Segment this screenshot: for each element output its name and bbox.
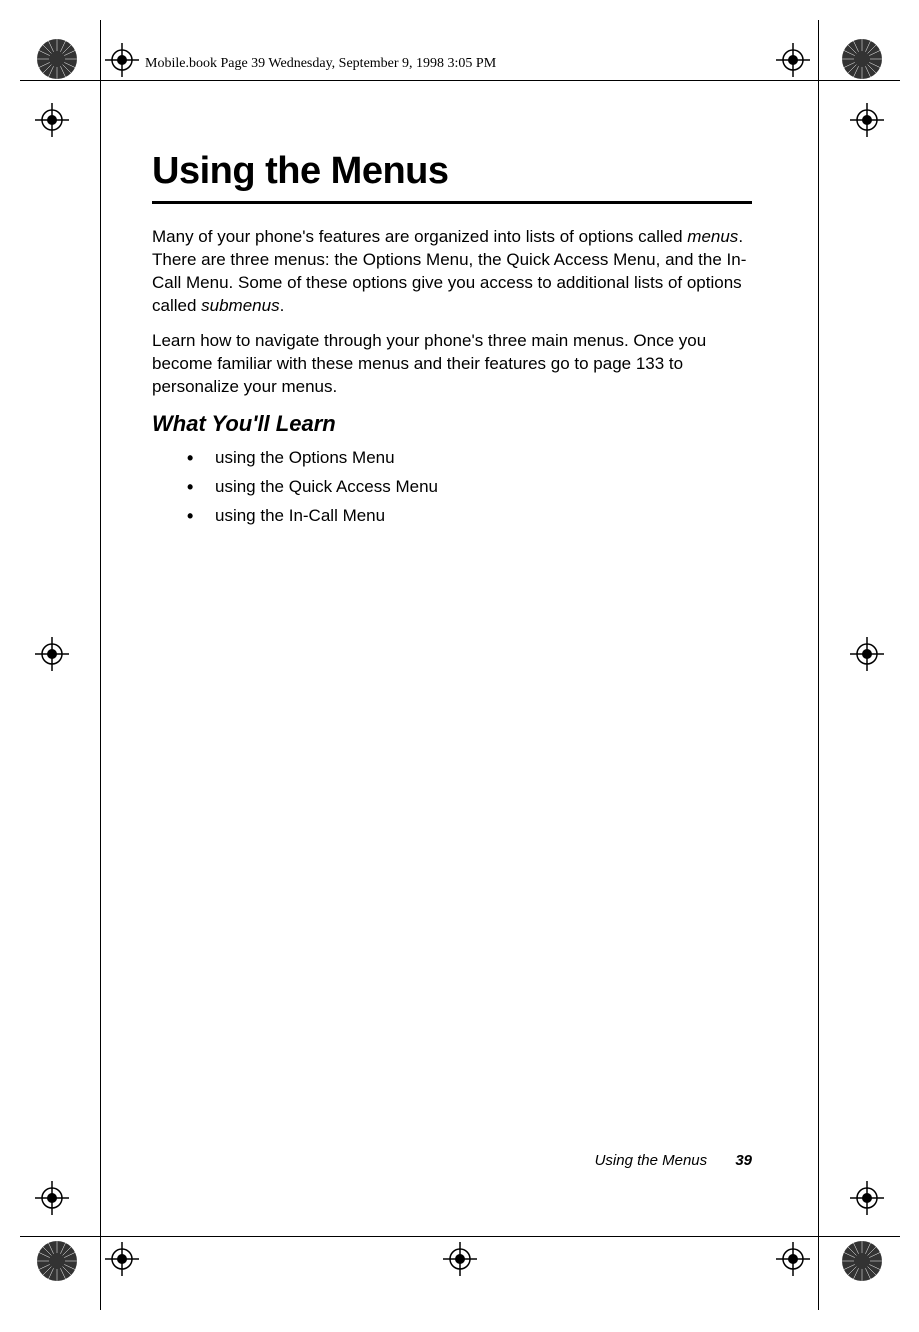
footer-section-name: Using the Menus (595, 1152, 708, 1169)
regmark-right-mid-icon (850, 637, 884, 671)
list-item: using the In-Call Menu (187, 505, 752, 527)
regmark-right-upper-icon (850, 103, 884, 137)
section-heading: What You'll Learn (152, 411, 752, 437)
regmark-left-lower-icon (35, 1181, 69, 1215)
intro-paragraph-1: Many of your phone's features are organi… (152, 226, 752, 318)
regmark-bottom-right-icon (776, 1242, 810, 1276)
para1-text-1: Many of your phone's features are organi… (152, 227, 687, 246)
ornament-top-left-icon (36, 38, 78, 80)
regmark-bottom-left-icon (105, 1242, 139, 1276)
chapter-title: Using the Menus (152, 150, 752, 193)
para1-italic-submenus: submenus (201, 296, 279, 315)
title-rule (152, 201, 752, 204)
footer-page-number: 39 (735, 1152, 752, 1169)
regmark-bottom-center-icon (443, 1242, 477, 1276)
page-footer: Using the Menus 39 (595, 1152, 752, 1169)
intro-paragraph-2: Learn how to navigate through your phone… (152, 330, 752, 399)
frame-right-line (818, 20, 819, 1310)
regmark-top-left-icon (105, 43, 139, 77)
frame-bottom-line (20, 1236, 900, 1237)
regmark-right-lower-icon (850, 1181, 884, 1215)
list-item: using the Quick Access Menu (187, 476, 752, 498)
regmark-top-right-icon (776, 43, 810, 77)
ornament-bottom-right-icon (841, 1240, 883, 1282)
regmark-left-upper-icon (35, 103, 69, 137)
ornament-top-right-icon (841, 38, 883, 80)
bullet-list: using the Options Menu using the Quick A… (152, 447, 752, 527)
ornament-bottom-left-icon (36, 1240, 78, 1282)
running-head: Mobile.book Page 39 Wednesday, September… (145, 56, 496, 72)
regmark-left-mid-icon (35, 637, 69, 671)
list-item: using the Options Menu (187, 447, 752, 469)
frame-top-line (20, 80, 900, 81)
frame-left-line (100, 20, 101, 1310)
para1-text-3: . (280, 296, 285, 315)
para1-italic-menus: menus (687, 227, 738, 246)
page-content: Using the Menus Many of your phone's fea… (152, 150, 752, 534)
